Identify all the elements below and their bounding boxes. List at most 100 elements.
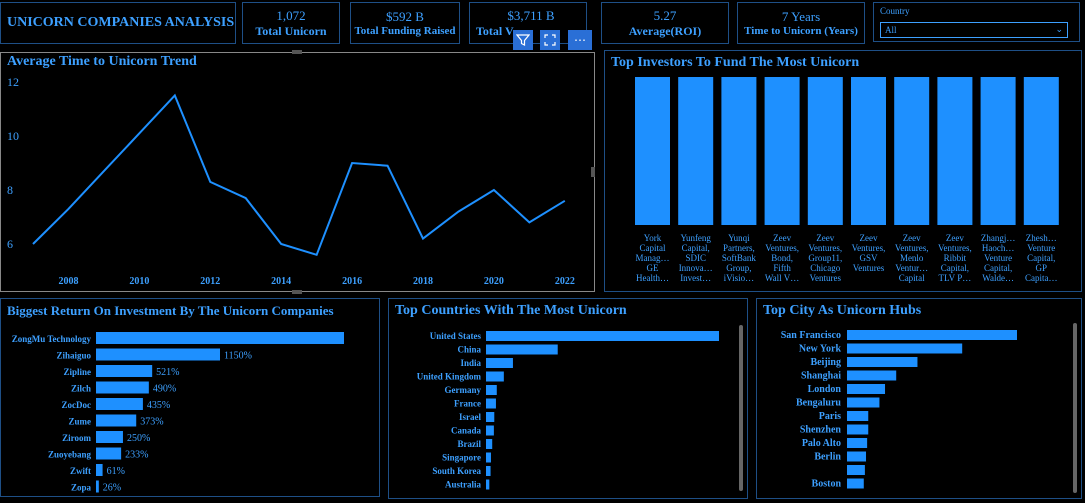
- investor-label: Capital,: [941, 263, 969, 273]
- scrollbar[interactable]: [1073, 323, 1077, 493]
- investor-label: Venture: [1027, 243, 1055, 253]
- x-tick-label: 2008: [58, 276, 78, 287]
- country-bar[interactable]: [486, 466, 491, 476]
- scrollbar[interactable]: [739, 325, 743, 491]
- investor-label: Capital,: [984, 263, 1012, 273]
- roi-bar[interactable]: [96, 365, 153, 377]
- city-label: London: [808, 384, 842, 395]
- resize-handle[interactable]: [292, 290, 302, 294]
- investor-label: Ventures,: [895, 243, 929, 253]
- kpi-value: 1,072: [276, 7, 306, 23]
- roi-label: Zihaiguo: [56, 351, 91, 361]
- roi-data-label: 490%: [153, 384, 176, 395]
- country-bar[interactable]: [486, 385, 497, 395]
- country-bar[interactable]: [486, 479, 490, 490]
- investors-bar-chart: YorkCapitalManag…GEHealth…YunfengCapital…: [635, 77, 1059, 283]
- kpi-label: Time to Unicorn (Years): [744, 25, 858, 37]
- filter-icon[interactable]: [513, 30, 533, 50]
- roi-label: Zipline: [63, 367, 91, 377]
- country-dropdown[interactable]: All ⌄: [880, 22, 1068, 38]
- city-bar[interactable]: [847, 397, 880, 408]
- roi-bar[interactable]: [96, 414, 137, 427]
- focus-mode-icon[interactable]: [540, 30, 560, 50]
- city-bar[interactable]: [847, 343, 963, 354]
- investor-label: Yunqi: [728, 233, 750, 243]
- roi-bar[interactable]: [96, 381, 149, 394]
- countries-bar-chart: United States China India United Kingdom Ger…: [417, 331, 719, 490]
- investor-label: Capital: [899, 273, 925, 283]
- investor-bar[interactable]: [1023, 77, 1059, 225]
- investor-label: Capital: [640, 243, 666, 253]
- more-options-icon[interactable]: ⋯: [568, 30, 592, 50]
- investor-label: Zhesh…: [1026, 233, 1057, 243]
- investor-label: Zeev: [773, 233, 791, 243]
- country-label: India: [460, 358, 481, 368]
- investor-label: Health…: [636, 273, 669, 283]
- cities-bar-chart: San Francisco New York Beijing Shanghai Lond…: [781, 330, 1017, 490]
- city-bar[interactable]: [847, 424, 869, 435]
- investor-bar[interactable]: [894, 77, 930, 225]
- roi-data-label: 61%: [107, 466, 125, 477]
- investor-bar[interactable]: [807, 77, 843, 225]
- city-bar[interactable]: [847, 370, 897, 381]
- investor-bar[interactable]: [851, 77, 886, 225]
- city-bar[interactable]: [847, 357, 918, 367]
- country-bar[interactable]: [486, 439, 493, 449]
- kpi-value: 5.27: [653, 7, 677, 23]
- investor-bar[interactable]: [635, 77, 670, 225]
- city-bar[interactable]: [847, 438, 868, 448]
- roi-bar[interactable]: [96, 332, 344, 344]
- investor-label: Ventures,: [938, 243, 972, 253]
- city-label: Palo Alto: [802, 438, 841, 449]
- country-bar[interactable]: [486, 331, 719, 341]
- resize-handle[interactable]: [292, 50, 302, 54]
- trend-line-chart: 6 8 10 12 2008 2010 2012 2014 2016 2018 2020 2022: [7, 75, 575, 287]
- resize-handle[interactable]: [591, 167, 595, 177]
- country-label: Singapore: [442, 453, 481, 463]
- roi-data-label: 233%: [125, 450, 148, 461]
- country-label: Australia: [445, 480, 482, 490]
- roi-data-label: 373%: [140, 417, 163, 428]
- investor-label: Zeev: [816, 233, 834, 243]
- city-bar[interactable]: [847, 478, 864, 489]
- y-tick-label: 10: [7, 129, 19, 143]
- city-bar[interactable]: [847, 465, 865, 475]
- country-bar[interactable]: [486, 425, 494, 436]
- trend-series-line: [32, 93, 566, 257]
- roi-data-label: 435%: [147, 400, 170, 411]
- city-bar[interactable]: [847, 451, 867, 462]
- roi-bar[interactable]: [96, 480, 99, 493]
- roi-bar[interactable]: [96, 348, 220, 361]
- city-bar[interactable]: [847, 330, 1017, 340]
- investor-bar[interactable]: [764, 77, 800, 225]
- roi-bar[interactable]: [96, 464, 103, 476]
- roi-bar[interactable]: [96, 398, 143, 410]
- chevron-down-icon: ⌄: [1055, 25, 1063, 35]
- roi-label: Zuoyebang: [48, 450, 92, 460]
- country-label: South Korea: [432, 466, 481, 476]
- investor-bar[interactable]: [721, 77, 757, 225]
- kpi-label: Total V: [476, 23, 514, 38]
- investor-label: Ribbit: [944, 253, 967, 263]
- investor-bar[interactable]: [678, 77, 714, 225]
- investor-label: Walde…: [982, 273, 1014, 283]
- trend-chart-panel[interactable]: Average Time to Unicorn Trend 6 8 10 12 2008…: [0, 52, 595, 292]
- country-bar[interactable]: [486, 358, 513, 368]
- city-bar[interactable]: [847, 411, 869, 421]
- roi-bar[interactable]: [96, 447, 122, 460]
- country-bar[interactable]: [486, 371, 504, 382]
- city-label: Shenzhen: [800, 425, 842, 436]
- investor-bar[interactable]: [937, 77, 973, 225]
- roi-label: Ziroom: [62, 433, 91, 443]
- city-bar[interactable]: [847, 384, 886, 394]
- country-bar[interactable]: [486, 344, 558, 355]
- investor-bar[interactable]: [980, 77, 1016, 225]
- country-bar[interactable]: [486, 398, 496, 409]
- country-label: United Kingdom: [417, 372, 482, 382]
- roi-data-label: 1150%: [224, 351, 252, 362]
- investor-label: Capita…: [1025, 273, 1058, 283]
- country-bar[interactable]: [486, 412, 495, 422]
- country-bar[interactable]: [486, 452, 491, 463]
- roi-data-label: 250%: [127, 433, 150, 444]
- roi-bar[interactable]: [96, 431, 123, 443]
